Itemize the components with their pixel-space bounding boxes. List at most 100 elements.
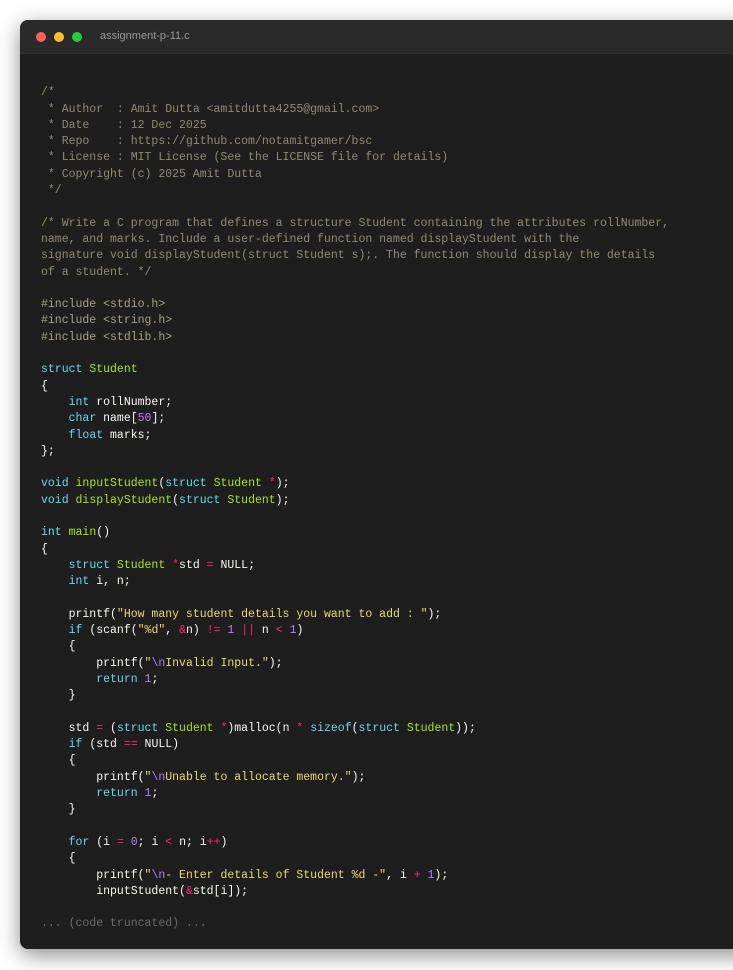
code-line: #include <stdio.h> [41, 298, 165, 311]
close-window-button[interactable] [36, 32, 46, 42]
code-token: ); [434, 868, 449, 882]
title-bar: assignment-p-11.c [20, 20, 733, 54]
code-token: struct [68, 558, 117, 572]
code-token: void [41, 477, 76, 491]
code-block: /* * Author : Amit Dutta <amitdutta4255@… [41, 69, 669, 933]
code-token: * Author : Amit Dutta <amitdutta4255@gma… [41, 102, 380, 116]
code-token: */ [41, 184, 62, 198]
code-token: { [41, 379, 48, 393]
code-token: }; [41, 444, 55, 458]
code-token: ; [151, 672, 159, 686]
code-token: { [41, 640, 76, 654]
code-line: for (i = 0; i < n; i++) [41, 835, 228, 849]
code-token: inputStudent [75, 477, 159, 491]
code-line: std = (struct Student *)malloc(n * sizeo… [41, 722, 476, 735]
code-token: displayStudent [75, 493, 173, 507]
code-token: , [165, 624, 180, 638]
code-token: for [68, 835, 97, 849]
code-token: )); [455, 721, 476, 735]
code-token: )malloc(n [227, 721, 297, 735]
code-token: "%d" [137, 624, 166, 638]
code-line: */ [41, 184, 62, 197]
code-token: 50 [137, 412, 152, 426]
code-token: signature void displayStudent(struct Stu… [41, 249, 656, 263]
code-token: ; [151, 787, 159, 801]
code-token: Student [227, 493, 276, 507]
code-token: & [185, 884, 193, 898]
code-token: Student [213, 477, 269, 491]
code-token: \n [151, 656, 166, 670]
minimize-window-button[interactable] [54, 32, 64, 42]
code-line: char name[50]; [41, 412, 166, 426]
code-line: name, and marks. Include a user-defined … [41, 233, 579, 246]
truncation-note: ... (code truncated) ... [41, 917, 207, 931]
code-token: || [241, 624, 256, 638]
code-token: rollNumber; [96, 395, 173, 409]
code-token: + [413, 868, 421, 882]
code-token: * [172, 558, 180, 572]
code-line: of a student. */ [41, 266, 151, 279]
code-token: int [41, 526, 69, 540]
code-line: { [41, 543, 48, 556]
code-token: & [179, 624, 186, 638]
code-line: printf("\n- Enter details of Student %d … [41, 869, 448, 882]
editor-window: assignment-p-11.c /* * Author : Amit Dut… [20, 20, 733, 949]
code-token: = [116, 835, 124, 849]
code-line: } [41, 689, 76, 702]
code-line: #include <stdlib.h> [41, 331, 172, 344]
code-token: #include <stdio.h> [41, 298, 166, 312]
code-token: != [206, 624, 221, 638]
code-line: int i, n; [41, 575, 131, 588]
code-line: { [41, 640, 76, 653]
code-line: if (std == NULL) [41, 738, 179, 751]
code-token: name, and marks. Include a user-defined … [41, 232, 580, 246]
code-token: struct [116, 721, 166, 735]
code-token: { [41, 542, 48, 556]
code-token: ( [172, 493, 180, 507]
code-token: inputStudent( [41, 884, 186, 898]
code-token: } [41, 689, 76, 703]
code-token: struct [179, 493, 228, 507]
code-line: if (scanf("%d", &n) != 1 || n < 1) [41, 624, 304, 638]
code-line: void displayStudent(struct Student); [41, 494, 289, 507]
code-token: (std [89, 738, 124, 752]
code-line: * Author : Amit Dutta <amitdutta4255@gma… [41, 103, 379, 116]
code-token: float [68, 428, 111, 442]
code-token: (i [96, 835, 117, 849]
maximize-window-button[interactable] [72, 32, 82, 42]
code-token: std[i]); [192, 884, 249, 898]
code-line: struct Student [41, 363, 138, 376]
code-token: Student [116, 558, 173, 572]
code-token: /* [41, 86, 55, 100]
code-line: return 1; [41, 673, 158, 686]
code-line: /* [41, 86, 55, 99]
code-token: main [68, 526, 97, 540]
code-token: < [275, 624, 283, 638]
code-line: * Copyright (c) 2025 Amit Dutta [41, 168, 262, 181]
code-token: \n [151, 868, 166, 882]
code-line: return 1; [41, 787, 158, 800]
code-token: Student [406, 721, 456, 735]
code-token: i, n; [96, 575, 131, 589]
code-token: = [206, 558, 214, 572]
code-token: ) [220, 835, 228, 849]
code-token: int [68, 575, 97, 589]
code-token: , i [386, 868, 414, 882]
code-token: ); [275, 477, 290, 491]
code-token: sizeof [310, 721, 352, 735]
code-line: float marks; [41, 428, 152, 442]
code-line: signature void displayStudent(struct Stu… [41, 249, 655, 262]
code-token: if [68, 624, 90, 638]
code-token: n [255, 624, 276, 638]
code-token: ( [103, 721, 117, 735]
code-token: void [41, 493, 76, 507]
code-token: struct [165, 477, 214, 491]
code-token: * License : MIT License (See the LICENSE… [41, 151, 449, 165]
code-token: int [68, 395, 97, 409]
